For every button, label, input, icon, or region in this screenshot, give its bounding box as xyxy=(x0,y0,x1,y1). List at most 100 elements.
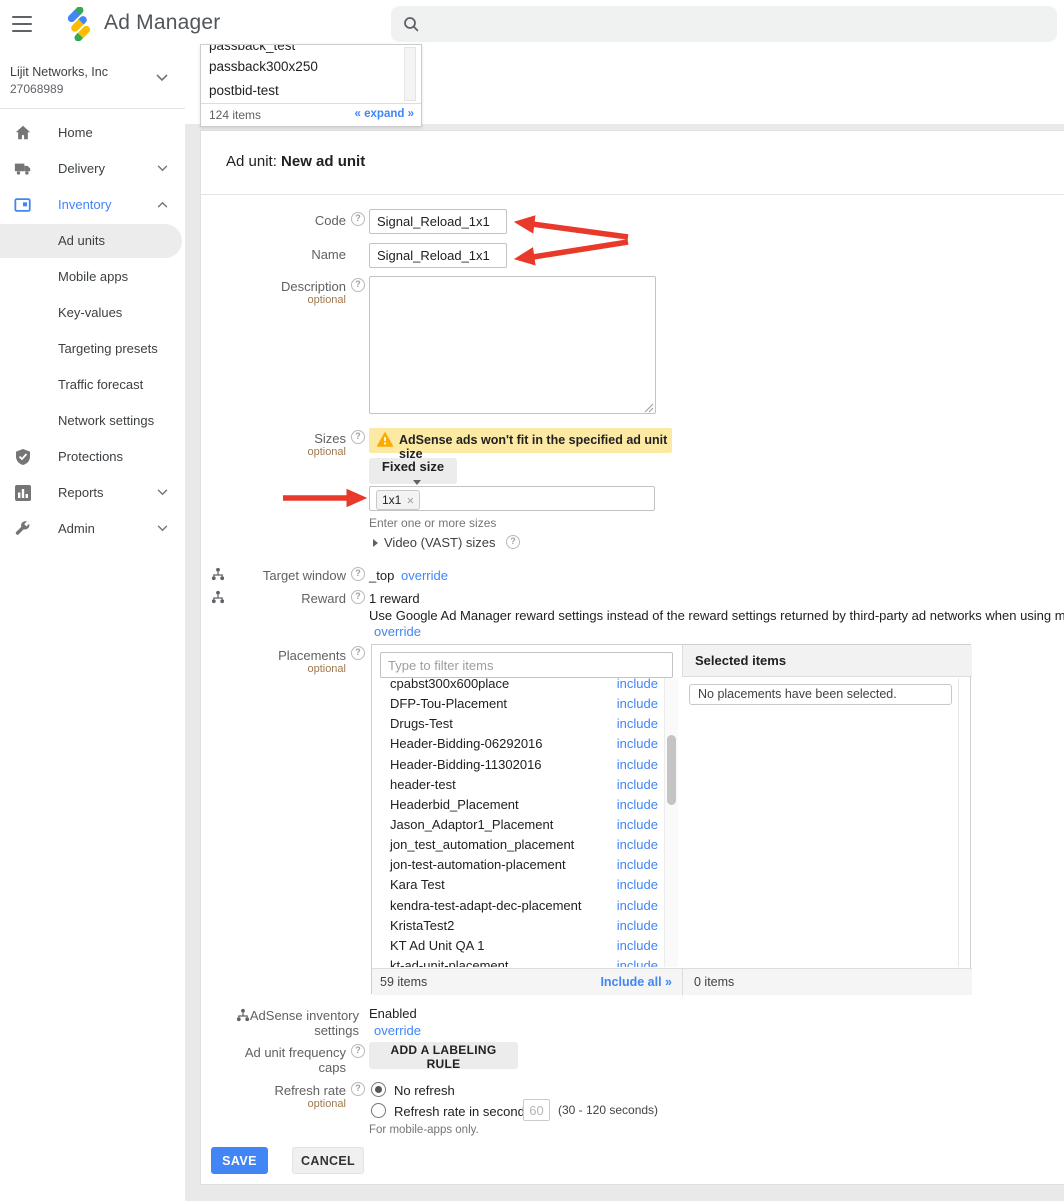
sidebar-item-reports[interactable]: Reports xyxy=(0,476,185,510)
placement-include-link[interactable]: include xyxy=(617,837,658,852)
adsense-override-link[interactable]: override xyxy=(374,1023,421,1038)
placement-include-link[interactable]: include xyxy=(617,678,658,691)
sidebar-item-mobile-apps[interactable]: Mobile apps xyxy=(0,260,185,294)
dropdown-item[interactable]: passback300x250 xyxy=(201,55,421,79)
help-icon[interactable] xyxy=(351,646,365,660)
placement-row: DFP-Tou-Placement include xyxy=(372,693,664,713)
sizes-helper-text: Enter one or more sizes xyxy=(369,516,496,530)
placement-name: Headerbid_Placement xyxy=(390,797,519,812)
placement-include-link[interactable]: include xyxy=(617,757,658,772)
sizes-input[interactable]: 1x1 xyxy=(369,486,655,511)
frequency-caps-label-line2: caps xyxy=(201,1060,346,1075)
search-input[interactable] xyxy=(427,6,1041,44)
dropdown-item[interactable]: postbid-test xyxy=(201,79,421,103)
reward-label: Reward xyxy=(201,591,346,606)
sidebar-item-traffic-forecast[interactable]: Traffic forecast xyxy=(0,368,185,402)
placements-filter-input[interactable] xyxy=(380,652,673,678)
code-input[interactable] xyxy=(369,209,507,234)
bar-chart-icon xyxy=(14,484,32,502)
help-icon[interactable] xyxy=(351,430,365,444)
sidebar-item-inventory[interactable]: Inventory xyxy=(0,188,185,222)
vast-sizes-toggle[interactable]: Video (VAST) sizes xyxy=(373,535,496,550)
placement-include-link[interactable]: include xyxy=(617,716,658,731)
placement-include-link[interactable]: include xyxy=(617,857,658,872)
search-icon xyxy=(403,16,419,32)
adsense-settings-label: AdSense inventory settings xyxy=(201,1006,359,1038)
help-icon[interactable] xyxy=(506,535,520,549)
help-icon[interactable] xyxy=(351,278,365,292)
no-refresh-radio[interactable] xyxy=(371,1082,386,1097)
placement-include-link[interactable]: include xyxy=(617,898,658,913)
sidebar-item-targeting-presets[interactable]: Targeting presets xyxy=(0,332,185,366)
shield-check-icon xyxy=(14,448,32,466)
mobile-apps-note: For mobile-apps only. xyxy=(369,1124,479,1136)
remove-size-icon[interactable] xyxy=(401,493,414,507)
help-icon[interactable] xyxy=(351,567,365,581)
sidebar-item-home[interactable]: Home xyxy=(0,116,185,150)
reward-note: Use Google Ad Manager reward settings in… xyxy=(369,608,1064,623)
account-chevron-down-icon[interactable] xyxy=(156,74,168,82)
sidebar-divider xyxy=(0,108,185,109)
reward-override-link[interactable]: override xyxy=(374,624,421,639)
placements-scrollbar-thumb[interactable] xyxy=(667,735,676,805)
refresh-seconds-input[interactable] xyxy=(523,1099,550,1121)
sidebar-item-admin[interactable]: Admin xyxy=(0,512,185,546)
placement-include-link[interactable]: include xyxy=(617,938,658,953)
refresh-seconds-radio[interactable] xyxy=(371,1103,386,1118)
placement-name: kt-ad-unit-placement xyxy=(390,958,509,967)
placement-name: jon-test-automation-placement xyxy=(390,857,566,872)
placement-row: Jason_Adaptor1_Placement include xyxy=(372,814,664,834)
refresh-rate-optional-label: optional xyxy=(201,1098,346,1110)
help-icon[interactable] xyxy=(351,212,365,226)
save-button[interactable]: SAVE xyxy=(211,1147,268,1174)
placement-include-link[interactable]: include xyxy=(617,797,658,812)
placement-include-link[interactable]: include xyxy=(617,918,658,933)
placements-count: 59 items xyxy=(380,975,427,989)
add-labeling-rule-button[interactable]: ADD A LABELING RULE xyxy=(369,1042,518,1069)
sidebar-item-key-values[interactable]: Key-values xyxy=(0,296,185,330)
sidebar-item-delivery[interactable]: Delivery xyxy=(0,152,185,186)
expand-link[interactable]: « expand » xyxy=(355,108,414,120)
include-all-link[interactable]: Include all » xyxy=(600,975,672,989)
help-icon[interactable] xyxy=(351,590,365,604)
no-placements-message: No placements have been selected. xyxy=(689,684,952,705)
inherited-setting-icon xyxy=(236,1008,250,1022)
reward-value: 1 reward xyxy=(369,591,420,606)
frequency-caps-label-line1: Ad unit frequency xyxy=(201,1045,346,1060)
refresh-range-hint: (30 - 120 seconds) xyxy=(558,1103,658,1117)
size-chip: 1x1 xyxy=(376,490,420,510)
search-bar[interactable] xyxy=(391,6,1057,42)
sidebar-item-protections[interactable]: Protections xyxy=(0,440,185,474)
menu-icon[interactable] xyxy=(12,16,32,32)
sidebar-item-network-settings[interactable]: Network settings xyxy=(0,404,185,438)
caret-down-icon xyxy=(413,480,421,485)
placement-include-link[interactable]: include xyxy=(617,958,658,967)
help-icon[interactable] xyxy=(351,1082,365,1096)
placement-name: Kara Test xyxy=(390,877,445,892)
name-input[interactable] xyxy=(369,243,507,268)
sidebar-item-ad-units[interactable]: Ad units xyxy=(0,224,185,258)
placement-include-link[interactable]: include xyxy=(617,736,658,751)
placement-include-link[interactable]: include xyxy=(617,777,658,792)
truck-icon xyxy=(14,160,32,178)
placement-name: header-test xyxy=(390,777,456,792)
dropdown-item-clipped[interactable]: passback_test xyxy=(201,45,421,55)
placement-include-link[interactable]: include xyxy=(617,817,658,832)
sizes-label: Sizes xyxy=(201,431,346,446)
placement-include-link[interactable]: include xyxy=(617,696,658,711)
target-window-override-link[interactable]: override xyxy=(401,568,448,583)
description-textarea[interactable] xyxy=(369,276,656,414)
placement-include-link[interactable]: include xyxy=(617,877,658,892)
refresh-seconds-label: Refresh rate in seconds: xyxy=(394,1104,535,1119)
placements-scrollbar-track[interactable] xyxy=(664,678,678,967)
account-id: 27068989 xyxy=(10,82,63,96)
cancel-button[interactable]: CANCEL xyxy=(292,1147,364,1174)
placement-row: jon-test-automation-placement include xyxy=(372,854,664,874)
placement-row: cpabst300x600place include xyxy=(372,678,664,693)
placements-footer: 59 items Include all » 0 items xyxy=(372,968,972,995)
help-icon[interactable] xyxy=(351,1044,365,1058)
placement-row: Drugs-Test include xyxy=(372,713,664,733)
home-icon xyxy=(14,124,32,142)
dropdown-scrollbar[interactable] xyxy=(404,47,416,101)
fixed-size-dropdown-button[interactable]: Fixed size xyxy=(369,458,457,484)
